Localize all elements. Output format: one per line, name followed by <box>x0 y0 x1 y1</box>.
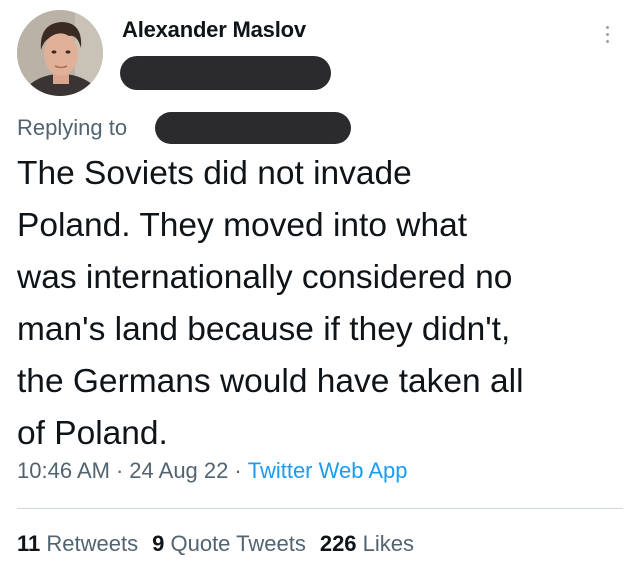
divider <box>17 508 623 509</box>
retweets-stat[interactable]: 11 Retweets <box>17 531 138 556</box>
tweet-text-line: Poland. They moved into what <box>17 207 468 244</box>
tweet-time[interactable]: 10:46 AM <box>17 458 110 483</box>
tweet-text: The Soviets did not invade Poland. They … <box>17 148 629 460</box>
likes-stat[interactable]: 226 Likes <box>320 531 414 556</box>
retweets-count: 11 <box>17 531 41 556</box>
tweet-stats: 11 Retweets 9 Quote Tweets 226 Likes <box>17 531 428 557</box>
separator: · <box>115 458 124 483</box>
author-display-name[interactable]: Alexander Maslov <box>122 17 306 43</box>
likes-label: Likes <box>362 531 415 556</box>
tweet-text-line: was internationally considered no <box>17 259 513 296</box>
retweets-label: Retweets <box>46 531 139 556</box>
quote-tweets-count: 9 <box>152 531 165 556</box>
separator: · <box>234 458 242 483</box>
tweet-date[interactable]: 24 Aug 22 <box>129 458 228 483</box>
redacted-handle <box>120 56 331 90</box>
quote-tweets-stat[interactable]: 9 Quote Tweets <box>152 531 306 556</box>
vertical-dots-icon[interactable] <box>596 18 620 50</box>
tweet-text-line: of Poland. <box>17 415 168 452</box>
tweet-metadata: 10:46 AM · 24 Aug 22 · Twitter Web App <box>17 458 408 484</box>
profile-photo <box>17 10 103 96</box>
replying-to-label: Replying to <box>17 115 128 140</box>
tweet-text-line: the Germans would have taken all <box>17 363 524 400</box>
avatar[interactable] <box>17 10 103 96</box>
tweet-text-line: man's land because if they didn't, <box>17 311 511 348</box>
redacted-reply-handle[interactable] <box>155 112 351 144</box>
likes-count: 226 <box>319 531 357 556</box>
quote-tweets-label: Quote Tweets <box>170 531 306 556</box>
tweet-text-line: The Soviets did not invade <box>17 155 412 192</box>
tweet-source-link[interactable]: Twitter Web App <box>248 458 408 483</box>
